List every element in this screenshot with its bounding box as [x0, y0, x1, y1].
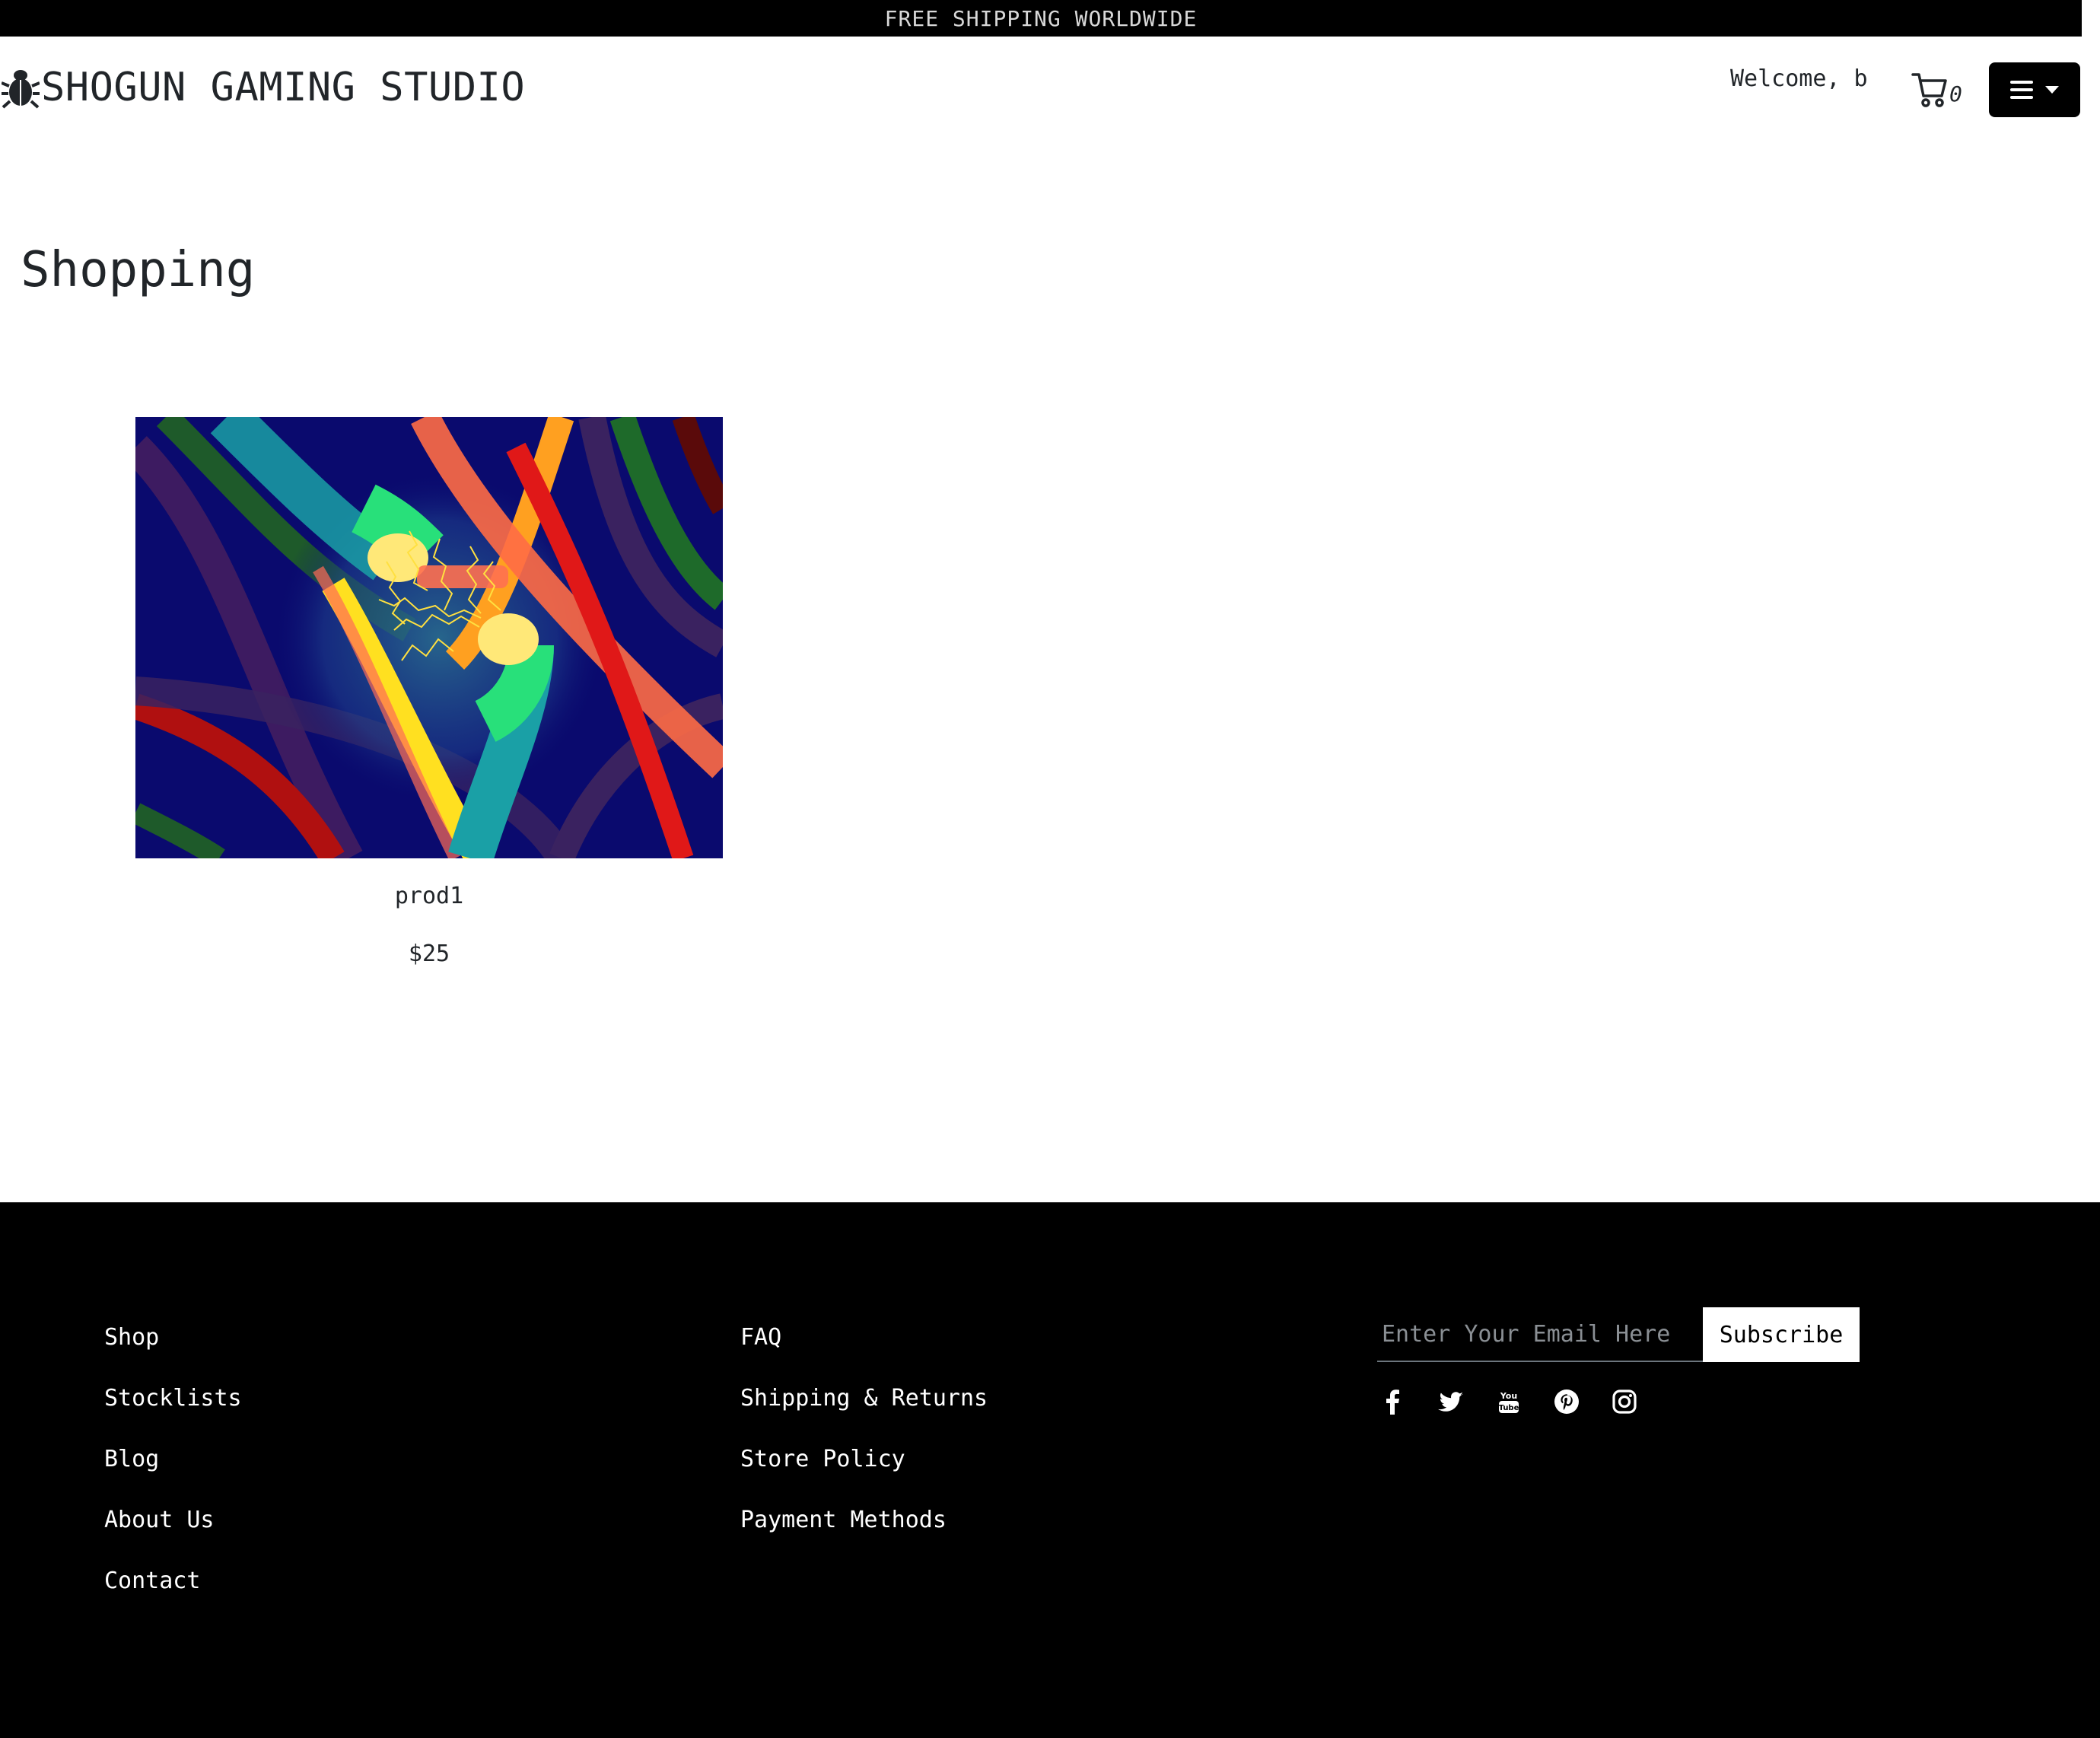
page-title: Shopping — [21, 242, 256, 298]
footer-link-shop[interactable]: Shop — [104, 1324, 159, 1351]
footer-item: Shop — [104, 1324, 242, 1385]
newsletter-form: Subscribe — [1377, 1307, 1860, 1362]
footer-link-about-us[interactable]: About Us — [104, 1507, 215, 1533]
footer-link-faq[interactable]: FAQ — [740, 1324, 781, 1351]
product-name[interactable]: prod1 — [135, 881, 723, 912]
product-image[interactable] — [135, 417, 723, 858]
footer-link-store-policy[interactable]: Store Policy — [740, 1446, 905, 1472]
brand-link[interactable]: SHOGUN GAMING STUDIO — [2, 61, 525, 114]
cart-count: 0 — [1949, 81, 1962, 107]
footer-link-payment-methods[interactable]: Payment Methods — [740, 1507, 947, 1533]
cart-icon — [1911, 70, 1948, 108]
footer-item: FAQ — [740, 1324, 988, 1385]
footer-item: Contact — [104, 1568, 242, 1628]
social-links: You Tube — [1380, 1389, 1637, 1415]
footer-links-secondary: FAQ Shipping & Returns Store Policy Paym… — [740, 1324, 988, 1568]
newsletter-email-input[interactable] — [1377, 1307, 1703, 1362]
footer-item: Shipping & Returns — [740, 1385, 988, 1446]
footer-link-stocklists[interactable]: Stocklists — [104, 1385, 242, 1412]
footer: Shop Stocklists Blog About Us Contact FA… — [0, 1202, 2100, 1738]
svg-text:You: You — [1500, 1391, 1517, 1401]
footer-link-blog[interactable]: Blog — [104, 1446, 159, 1472]
instagram-icon[interactable] — [1612, 1389, 1637, 1415]
footer-item: Blog — [104, 1446, 242, 1507]
announcement-text: FREE SHIPPING WORLDWIDE — [884, 5, 1198, 31]
footer-link-shipping-returns[interactable]: Shipping & Returns — [740, 1385, 988, 1412]
youtube-icon[interactable]: You Tube — [1496, 1389, 1522, 1415]
facebook-icon[interactable] — [1380, 1389, 1406, 1415]
announcement-bar: FREE SHIPPING WORLDWIDE — [0, 0, 2082, 37]
bars-icon — [2010, 81, 2033, 99]
page: FREE SHIPPING WORLDWIDE SHOGUN GAMING ST… — [0, 0, 2100, 1738]
bug-icon — [2, 66, 40, 109]
footer-item: Store Policy — [740, 1446, 988, 1507]
brand-name: SHOGUN GAMING STUDIO — [41, 65, 526, 110]
footer-item: About Us — [104, 1507, 242, 1568]
footer-link-contact[interactable]: Contact — [104, 1568, 200, 1594]
welcome-text: Welcome, b — [1730, 65, 1868, 92]
footer-item: Payment Methods — [740, 1507, 988, 1568]
svg-text:Tube: Tube — [1499, 1404, 1519, 1412]
product-card[interactable]: prod1 $25 — [135, 417, 723, 969]
footer-item: Stocklists — [104, 1385, 242, 1446]
pinterest-icon[interactable] — [1554, 1389, 1580, 1415]
subscribe-button[interactable]: Subscribe — [1703, 1307, 1860, 1362]
product-price: $25 — [408, 941, 450, 967]
caret-down-icon — [2045, 86, 2059, 94]
footer-links-primary: Shop Stocklists Blog About Us Contact — [104, 1324, 242, 1628]
twitter-icon[interactable] — [1438, 1389, 1464, 1415]
cart-button[interactable]: 0 — [1911, 68, 1962, 108]
menu-dropdown-button[interactable] — [1989, 62, 2080, 117]
